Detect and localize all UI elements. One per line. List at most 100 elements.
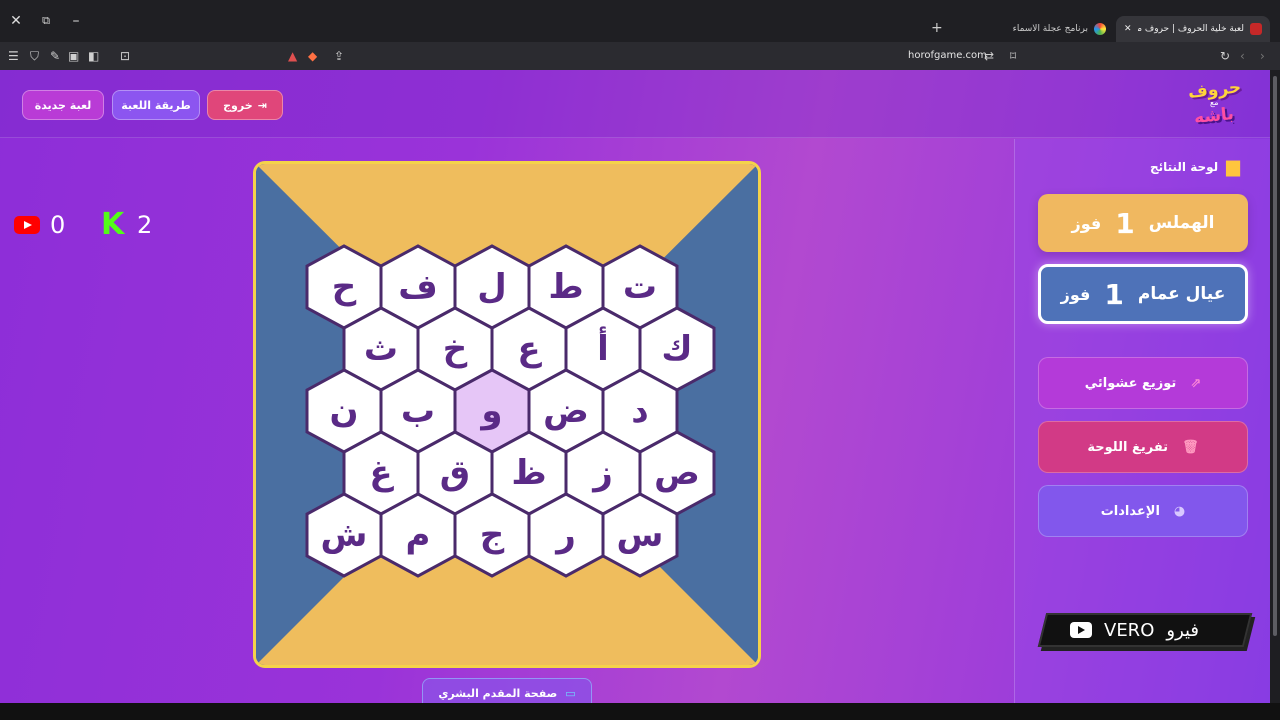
tab-horofgame[interactable]: لعبة خلية الحروف | حروف مع عزيز ✕ — [1116, 16, 1270, 42]
tab-close-icon[interactable]: ✕ — [1124, 24, 1132, 34]
exit-label: خروج — [223, 98, 253, 112]
logo-line3: باشه — [1193, 103, 1235, 129]
exit-button[interactable]: خروج ⇥ — [207, 90, 283, 120]
hex-letter: ث — [363, 329, 399, 369]
url-text[interactable]: horofgame.com — [908, 50, 987, 61]
hex-letter: ق — [439, 453, 471, 493]
site-settings-icon[interactable]: ⇄ — [984, 48, 994, 64]
site-logo[interactable]: حروف مع باشه — [1184, 77, 1246, 132]
presenter-page-button[interactable]: صفحة المقدم البشري ▭ — [422, 678, 592, 703]
shuffle-label: توزيع عشوائي — [1084, 375, 1177, 391]
menu-icon[interactable]: ☰ — [8, 48, 19, 64]
new-game-button[interactable]: لعبة جديدة — [22, 90, 104, 120]
hex-letter: ن — [329, 391, 359, 431]
hex-letter: أ — [597, 329, 609, 369]
podium-icon: ▆ — [1226, 156, 1240, 177]
extensions-icon[interactable]: ✎ — [50, 48, 60, 64]
bookmark-icon[interactable]: ⌑ — [1010, 48, 1016, 64]
tab-names-wheel[interactable]: برنامج عجلة الاسماء — [1013, 16, 1114, 42]
hex-letter: ل — [477, 267, 507, 307]
game-header: لعبة جديدة طريقة اللعبة خروج ⇥ حروف مع ب… — [0, 70, 1270, 138]
settings-button[interactable]: الإعدادات ◕ — [1038, 485, 1248, 537]
brave-shield-icon[interactable]: ◆ — [308, 48, 317, 64]
window-close-icon[interactable]: ✕ — [6, 14, 26, 28]
monitor-icon: ▭ — [565, 686, 576, 700]
team-name: الهملس — [1148, 213, 1215, 233]
hex-letter: ظ — [511, 453, 547, 493]
hex-letter: ج — [479, 515, 505, 555]
team-wins: 1 — [1115, 206, 1135, 240]
wheel-favicon-icon — [1094, 23, 1106, 35]
clear-board-button[interactable]: تفريغ اللوحة 🗑 — [1038, 421, 1248, 473]
team-card-2: عيال عمام 1 فوز — [1038, 264, 1248, 324]
hex-board: ح فل طت ث خ ع أ ك ن ب وض د غ قظ ز ص شم ج رس — [253, 161, 761, 668]
hex-letter: ف — [398, 267, 438, 307]
hex-letter: ع — [517, 329, 541, 369]
youtube-white-icon — [1070, 622, 1092, 638]
youtube-score-value: 0 — [50, 211, 66, 239]
settings-label: الإعدادات — [1100, 503, 1160, 519]
tab-title: لعبة خلية الحروف | حروف مع عزيز — [1137, 24, 1244, 34]
hex-cell[interactable]: م — [379, 492, 457, 578]
page-scrollbar[interactable] — [1270, 70, 1280, 703]
team-wins-label: فوز — [1071, 213, 1102, 233]
hex-letter: ز — [593, 453, 613, 493]
hex-letter: ص — [654, 453, 700, 493]
hex-letter: خ — [442, 329, 468, 369]
team-wins: 1 — [1104, 277, 1124, 311]
hex-letter: ب — [400, 391, 436, 431]
clear-board-label: تفريغ اللوحة — [1087, 439, 1169, 455]
vero-brand: VERO — [1104, 619, 1155, 641]
hex-letter: ح — [331, 267, 357, 307]
hex-letter: ك — [661, 329, 693, 369]
tab-favicon-icon — [1250, 23, 1262, 35]
hex-letter: و — [481, 391, 503, 431]
wallet-icon[interactable]: ▣ — [68, 48, 79, 64]
forward-icon[interactable]: › — [1260, 48, 1265, 64]
window-restore-icon[interactable]: ⧉ — [36, 14, 56, 28]
results-title: لوحة النتائج ▆ — [1150, 156, 1240, 177]
scrollbar-thumb[interactable] — [1273, 76, 1277, 636]
hex-cell[interactable]: ش — [305, 492, 383, 578]
reload-icon[interactable]: ↻ — [1220, 48, 1230, 64]
browser-toolbar: ☰ ⛉ ✎ ▣ ◧ ⊡ ▲ ◆ ⇪ horofgame.com ⇄ ⌑ ↻ ‹ … — [0, 42, 1280, 70]
hex-cell[interactable]: س — [601, 492, 679, 578]
shuffle-button[interactable]: توزيع عشوائي ⇗ — [1038, 357, 1248, 409]
window-minimize-icon[interactable]: – — [66, 14, 86, 28]
how-to-play-label: طريقة اللعبة — [121, 98, 191, 112]
kick-score: K 2 — [101, 207, 153, 242]
hex-letter: س — [616, 515, 664, 555]
hex-letter: ر — [556, 515, 576, 555]
new-tab-button[interactable]: + — [931, 20, 943, 36]
team-wins-label: فوز — [1060, 284, 1091, 304]
shield-icon[interactable]: ⛉ — [30, 48, 39, 64]
hex-letter: ض — [543, 391, 589, 431]
trash-icon: 🗑 — [1182, 439, 1199, 455]
presenter-label: صفحة المقدم البشري — [438, 686, 558, 700]
kick-icon: K — [101, 207, 125, 242]
vero-banner: VERO فيرو — [1070, 618, 1220, 642]
results-title-label: لوحة النتائج — [1149, 159, 1219, 174]
hex-letter: د — [631, 391, 649, 431]
back-icon[interactable]: ‹ — [1240, 48, 1245, 64]
team-card-1: الهملس 1 فوز — [1038, 194, 1248, 252]
rewards-icon[interactable]: ▲ — [288, 48, 297, 64]
shuffle-icon: ⇗ — [1190, 375, 1202, 391]
hex-letter: م — [405, 515, 431, 555]
screenshot-icon[interactable]: ⊡ — [120, 48, 130, 64]
hex-letter: ش — [320, 515, 368, 555]
team-name: عيال عمام — [1137, 284, 1226, 304]
kick-score-value: 2 — [137, 211, 153, 239]
sidebar-icon[interactable]: ◧ — [88, 48, 99, 64]
hex-letter: ط — [548, 267, 584, 307]
share-icon[interactable]: ⇪ — [334, 48, 344, 64]
new-game-label: لعبة جديدة — [34, 98, 92, 112]
logout-icon: ⇥ — [257, 98, 267, 112]
browser-titlebar: ✕ ⧉ – لعبة خلية الحروف | حروف مع عزيز ✕ … — [0, 0, 1280, 42]
youtube-icon — [14, 216, 40, 234]
vero-arabic: فيرو — [1166, 619, 1200, 641]
hex-cell[interactable]: ر — [527, 492, 605, 578]
hex-cell[interactable]: ج — [453, 492, 531, 578]
how-to-play-button[interactable]: طريقة اللعبة — [112, 90, 200, 120]
game-page: لعبة جديدة طريقة اللعبة خروج ⇥ حروف مع ب… — [0, 70, 1270, 703]
